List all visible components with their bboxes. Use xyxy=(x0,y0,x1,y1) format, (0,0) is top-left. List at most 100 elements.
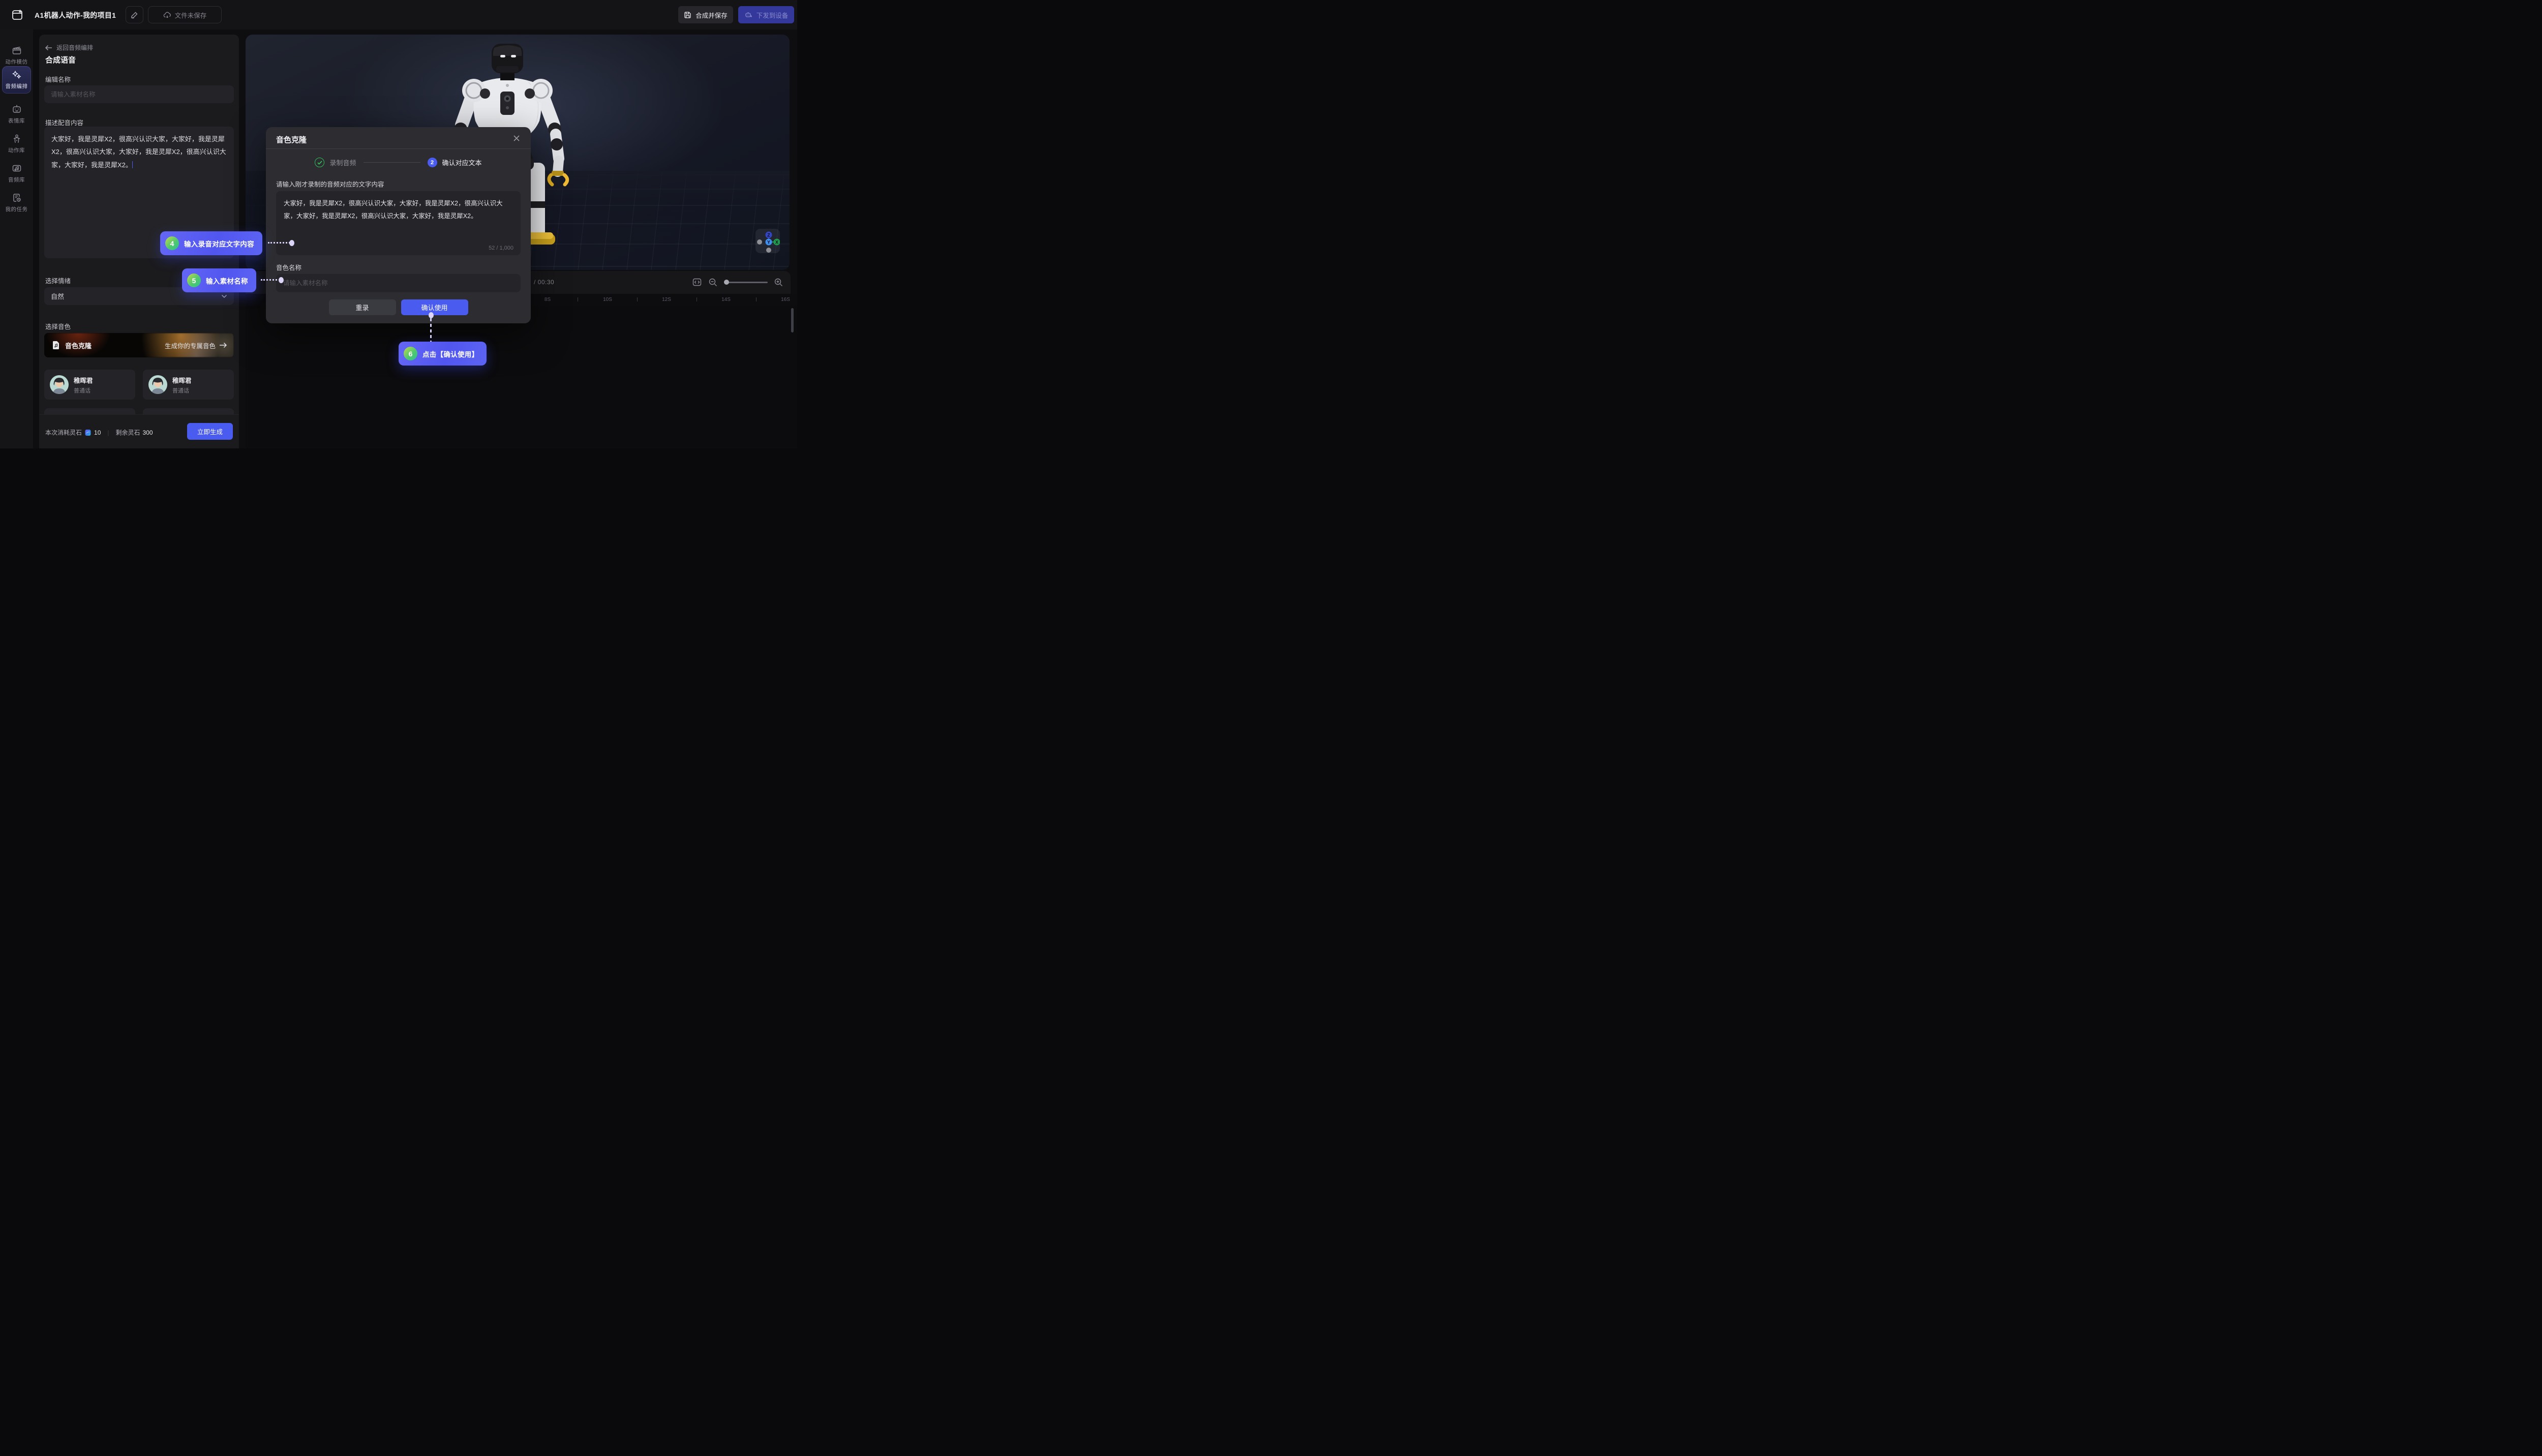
person-icon xyxy=(12,134,22,144)
zoom-out-icon[interactable] xyxy=(708,278,718,287)
tooltip5-connector-dot xyxy=(279,277,284,283)
tooltip6-connector-line xyxy=(430,318,432,342)
file-unsaved-button[interactable]: 文件未保存 xyxy=(148,6,222,23)
sidebar-item-my-tasks[interactable]: 我的任务 xyxy=(2,189,31,217)
tooltip-text: 输入录音对应文字内容 xyxy=(184,238,254,249)
step2-number: 2 xyxy=(428,158,437,167)
deploy-to-device-button[interactable]: 下发到设备 xyxy=(738,6,794,23)
voice-clone-banner[interactable]: 音色克隆 生成你的专属音色 xyxy=(44,333,234,357)
gizmo-y-axis: Y xyxy=(767,240,770,245)
audio-file-icon xyxy=(51,341,60,350)
task-list-icon xyxy=(12,193,22,203)
save-button[interactable]: 合成并保存 xyxy=(678,6,733,23)
voice-name: 稚晖君 xyxy=(74,375,93,385)
step2-label: 确认对应文本 xyxy=(442,158,482,167)
project-title: A1机器人动作-我的项目1 xyxy=(35,10,116,20)
emotion-value: 自然 xyxy=(51,291,221,301)
gizmo-z-axis: Z xyxy=(767,233,770,238)
sidebar-item-expression-library[interactable]: 表情库 xyxy=(2,101,31,128)
voice-card[interactable]: 稚晖君 普通话 xyxy=(44,370,135,400)
rerecord-button[interactable]: 重录 xyxy=(329,299,396,315)
tooltip-text: 点击【确认使用】 xyxy=(422,349,478,359)
modal-close-button[interactable] xyxy=(512,134,522,143)
pencil-icon xyxy=(131,11,138,19)
step-connector xyxy=(364,162,420,163)
file-unsaved-label: 文件未保存 xyxy=(175,10,207,20)
modal-divider xyxy=(266,148,531,149)
confirm-use-button[interactable]: 确认使用 xyxy=(401,299,468,315)
dub-content-text: 大家好，我是灵犀X2，很高兴认识大家，大家好，我是灵犀X2，很高兴认识大家，大家… xyxy=(51,135,226,169)
timeline-vertical-scrollbar[interactable] xyxy=(791,308,794,332)
robot-download-icon xyxy=(744,11,752,19)
tooltip5-connector-line xyxy=(261,279,280,281)
gem-icon xyxy=(84,429,92,436)
voice-label: 选择音色 xyxy=(45,321,71,331)
page-title: 合成语音 xyxy=(45,54,76,65)
ruler-label: 8S xyxy=(544,297,551,302)
app-logo-icon xyxy=(11,8,24,21)
chevron-down-icon xyxy=(221,294,227,298)
cost-value: 10 xyxy=(94,429,101,436)
voice-lang: 普通话 xyxy=(74,386,93,395)
ruler-tick xyxy=(637,297,638,301)
playhead-time: / 00:30 xyxy=(534,279,554,286)
sidebar-item-label: 表情库 xyxy=(8,117,25,125)
timeline-tracks-area[interactable] xyxy=(246,306,797,448)
save-button-label: 合成并保存 xyxy=(695,10,728,20)
sidebar-item-label: 我的任务 xyxy=(6,205,28,213)
footer-divider: | xyxy=(107,429,109,436)
transcript-char-counter: 52 / 1,000 xyxy=(489,245,513,251)
step1-check-icon xyxy=(315,158,324,167)
sidebar-item-audio-library[interactable]: 音频库 xyxy=(2,160,31,187)
tooltip-text: 输入素材名称 xyxy=(206,276,248,286)
sidebar-item-label: 音频库 xyxy=(8,176,25,184)
zoom-in-icon[interactable] xyxy=(774,278,783,287)
voice-card[interactable]: 稚晖君 普通话 xyxy=(143,370,234,400)
tooltip4-connector-dot xyxy=(289,240,294,246)
emotion-label: 选择情绪 xyxy=(45,276,71,285)
arrow-left-icon xyxy=(45,45,52,51)
guide-tooltip-4: 4 输入录音对应文字内容 xyxy=(160,231,262,255)
close-icon xyxy=(512,134,521,142)
ruler-label: 16S xyxy=(781,297,790,302)
remain-value: 300 xyxy=(143,429,153,436)
app-window: A1机器人动作-我的项目1 文件未保存 合成并保存 xyxy=(0,0,797,448)
sidebar-item-motion-library[interactable]: 动作库 xyxy=(2,130,31,158)
orientation-gizmo[interactable]: Z Y X xyxy=(755,229,780,253)
banner-title: 音色克隆 xyxy=(65,341,92,350)
text-caret xyxy=(132,161,133,168)
clapperboard-icon xyxy=(12,45,22,55)
sidebar-item-motion-mimic[interactable]: 动作模仿 xyxy=(2,42,31,69)
voice-lang: 普通话 xyxy=(172,386,192,395)
slider-knob[interactable] xyxy=(724,280,729,285)
tooltip4-connector-line xyxy=(268,242,290,244)
material-name-input[interactable] xyxy=(44,85,234,103)
save-icon xyxy=(684,11,691,19)
voice-avatar xyxy=(50,375,69,394)
back-to-audio-arrange[interactable]: 返回音频编排 xyxy=(45,43,93,52)
transcript-textarea[interactable]: 大家好，我是灵犀X2，很高兴认识大家，大家好，我是灵犀X2，很高兴认识大家，大家… xyxy=(276,191,521,255)
generate-now-button[interactable]: 立即生成 xyxy=(187,423,233,440)
robot-face-icon xyxy=(12,104,22,114)
sidebar-item-audio-arrange[interactable]: 音频编排 xyxy=(2,66,31,94)
voice-avatar xyxy=(148,375,167,394)
sidebar-nav: 动作模仿 音频编排 表情库 动作库 xyxy=(0,29,33,448)
banner-cta-label: 生成你的专属音色 xyxy=(165,341,216,350)
tooltip-step-number: 4 xyxy=(165,236,179,250)
music-library-icon xyxy=(12,163,22,173)
fit-timeline-icon[interactable] xyxy=(692,277,702,287)
panel-footer: 本次消耗灵石 10 | 剩余灵石 300 立即生成 xyxy=(39,414,239,448)
cloud-icon xyxy=(163,11,171,19)
arrow-right-icon xyxy=(219,342,227,348)
ruler-label: 10S xyxy=(603,297,612,302)
modal-title: 音色克隆 xyxy=(276,134,307,145)
deploy-button-label: 下发到设备 xyxy=(756,10,789,20)
sidebar-item-label: 动作模仿 xyxy=(6,58,28,66)
edit-title-button[interactable] xyxy=(126,6,143,23)
step-indicator: 录制音频 2 确认对应文本 xyxy=(266,158,531,167)
remain-label: 剩余灵石 xyxy=(116,428,140,437)
name-label: 编辑名称 xyxy=(45,74,71,84)
voice-name-input[interactable] xyxy=(276,274,521,292)
back-label: 返回音频编排 xyxy=(56,43,93,52)
timeline-zoom-slider[interactable] xyxy=(724,277,768,287)
